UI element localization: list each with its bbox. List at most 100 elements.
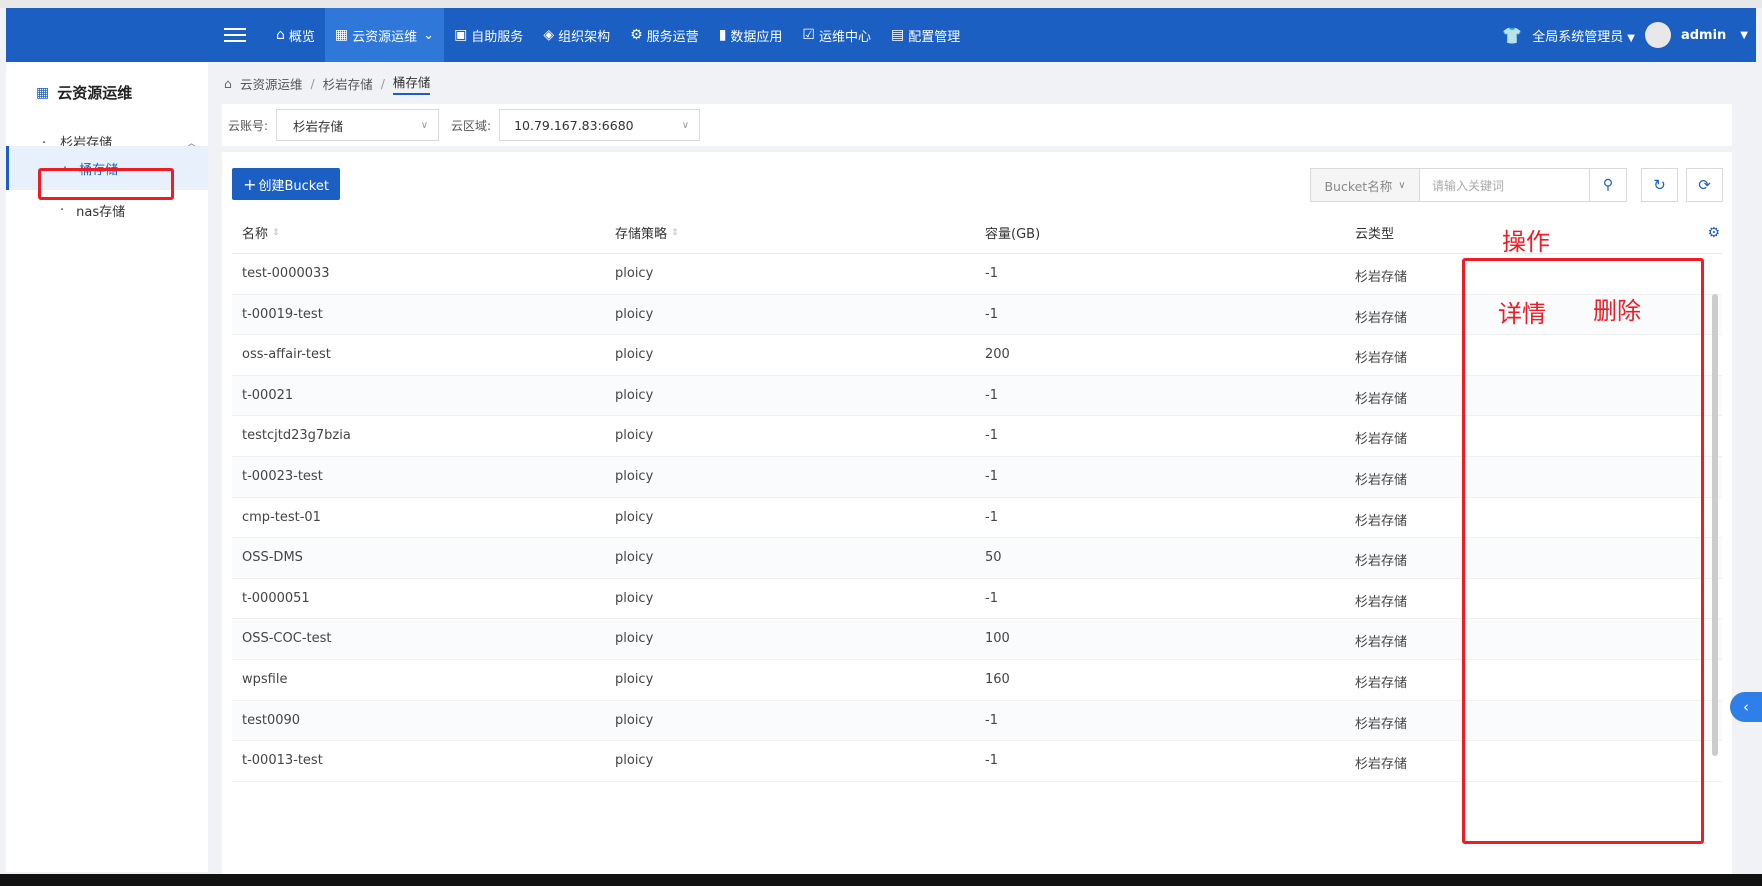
nav-item-label: 服务运营	[646, 29, 699, 45]
cell-name: t-00023-test	[242, 469, 323, 484]
sidebar-title: ▦ 云资源运维	[36, 84, 133, 102]
cell-name: testcjtd23g7bzia	[242, 428, 351, 444]
annotation-detail: 详情	[1498, 300, 1546, 328]
sync-icon[interactable]: ⟳	[1686, 168, 1723, 202]
cell-cloud-type: 杉岩存储	[1355, 716, 1408, 732]
cell-policy: ploicy	[615, 387, 654, 403]
search-group: Bucket名称 ∨ 请输入关键词 ⚲	[1310, 168, 1627, 202]
cloud-resource-icon: ▦	[334, 27, 349, 43]
cell-policy: ploicy	[615, 266, 654, 281]
cell-cloud-type: 杉岩存储	[1355, 270, 1408, 285]
cell-policy: ploicy	[615, 712, 654, 728]
chevron-down-icon: ⌄	[423, 27, 435, 43]
account-select[interactable]: 杉岩存储 ∨	[276, 109, 440, 141]
nav-right: 👕 全局系统管理员 ▼ admin ▼	[1502, 8, 1748, 62]
cell-name: test-0000033	[242, 266, 330, 281]
annotation-box-sidebar	[38, 168, 174, 200]
cell-name: test0090	[242, 712, 301, 728]
refresh-icon[interactable]: ↻	[1641, 168, 1678, 202]
filter-bar: 云账号: 杉岩存储 ∨ 云区域: 10.79.167.83:6680 ∨	[222, 104, 1732, 146]
cell-policy: ploicy	[615, 428, 654, 444]
shirt-icon[interactable]: 👕	[1502, 26, 1522, 45]
cell-capacity: -1	[985, 306, 998, 322]
region-select[interactable]: 10.79.167.83:6680 ∨	[499, 109, 701, 141]
nav-item-label: 数据应用	[730, 29, 783, 45]
cell-policy: ploicy	[615, 469, 654, 484]
cell-capacity: -1	[985, 428, 998, 444]
column-header-cloud-type[interactable]: 云类型	[1355, 223, 1394, 242]
cloud-resource-icon: ▦	[36, 84, 50, 101]
cell-capacity: -1	[985, 387, 998, 403]
gear-icon[interactable]: ⚙	[1707, 225, 1720, 241]
nav-item-5[interactable]: ▮ 数据应用	[709, 8, 793, 62]
nav-item-0[interactable]: ⌂ 概览	[266, 8, 325, 62]
cell-capacity: -1	[985, 753, 998, 769]
nav-item-label: 配置管理	[908, 29, 961, 45]
cell-capacity: -1	[985, 509, 998, 525]
ops-center-icon: ☑	[802, 27, 815, 43]
top-nav: ⌂ 概览 ▦ 云资源运维 ⌄ ▣ 自助服务 ◈ 组织架构 ⚙ 服务运营 ▮ 数据应用 ☑ 运维中心 ▤ 配置管理…	[6, 8, 1756, 62]
home-icon: ⌂	[276, 27, 285, 43]
account-label: 云账号:	[228, 118, 269, 133]
breadcrumb-item-2[interactable]: 杉岩存储	[323, 74, 373, 93]
nav-item-label: 自助服务	[471, 29, 524, 45]
cell-capacity: -1	[985, 590, 998, 606]
service-ops-icon: ⚙	[630, 27, 643, 43]
nav-items: ⌂ 概览 ▦ 云资源运维 ⌄ ▣ 自助服务 ◈ 组织架构 ⚙ 服务运营 ▮ 数据应用 ☑ 运维中心 ▤ 配置管理	[266, 8, 970, 62]
search-field-select[interactable]: Bucket名称 ∨	[1310, 168, 1420, 202]
cell-policy: ploicy	[615, 753, 654, 769]
column-header-capacity[interactable]: 容量(GB)	[985, 223, 1040, 242]
create-bucket-button[interactable]: + 创建Bucket	[232, 168, 340, 200]
data-app-icon: ▮	[718, 27, 727, 43]
cell-cloud-type: 杉岩存储	[1355, 351, 1408, 367]
cell-name: OSS-DMS	[242, 550, 303, 566]
cell-capacity: 200	[985, 347, 1010, 363]
cell-name: t-0000051	[242, 590, 310, 606]
cell-capacity: 160	[985, 672, 1010, 687]
annotation-operation: 操作	[1502, 228, 1550, 256]
annotation-box-operations	[1462, 258, 1704, 844]
nav-item-label: 云资源运维	[352, 29, 418, 45]
column-header-name[interactable]: 名称 ⇕	[242, 223, 280, 242]
caret-down-icon: ▼	[1627, 32, 1635, 44]
nav-item-7[interactable]: ▤ 配置管理	[881, 8, 970, 62]
plus-icon: +	[243, 174, 257, 194]
nav-item-6[interactable]: ☑ 运维中心	[792, 8, 881, 62]
scrollbar[interactable]	[1712, 294, 1718, 756]
nav-item-1[interactable]: ▦ 云资源运维 ⌄	[324, 8, 445, 62]
cell-name: t-00013-test	[242, 753, 323, 769]
cell-policy: ploicy	[615, 590, 654, 606]
user-name[interactable]: admin	[1681, 28, 1726, 43]
top-strip	[0, 0, 1762, 8]
search-input[interactable]: 请输入关键词	[1420, 168, 1590, 202]
user-caret-icon[interactable]: ▼	[1740, 30, 1748, 41]
cell-cloud-type: 杉岩存储	[1355, 757, 1408, 773]
sort-icon: ⇕	[671, 227, 679, 238]
home-icon[interactable]: ⌂	[224, 76, 232, 91]
role-switcher[interactable]: 全局系统管理员 ▼	[1532, 26, 1635, 45]
cell-capacity: 50	[985, 550, 1002, 566]
cell-name: wpsfile	[242, 672, 288, 687]
cell-cloud-type: 杉岩存储	[1355, 554, 1408, 570]
breadcrumb: ⌂ 云资源运维 / 杉岩存储 / 桶存储	[224, 72, 431, 95]
config-icon: ▤	[891, 27, 905, 43]
cell-policy: ploicy	[615, 631, 654, 647]
menu-toggle-icon[interactable]	[224, 24, 246, 46]
column-header-policy[interactable]: 存储策略 ⇕	[615, 223, 679, 242]
table-header: 名称 ⇕ 存储策略 ⇕ 容量(GB) 云类型 ⚙	[232, 212, 1722, 254]
chevron-down-icon: ∨	[1398, 179, 1406, 191]
nav-item-label: 概览	[288, 29, 315, 45]
cell-capacity: -1	[985, 712, 998, 728]
cell-name: cmp-test-01	[242, 509, 321, 525]
breadcrumb-item-1[interactable]: 云资源运维	[240, 74, 303, 93]
nav-item-2[interactable]: ▣ 自助服务	[444, 8, 533, 62]
search-icon[interactable]: ⚲	[1590, 168, 1627, 202]
avatar[interactable]	[1644, 22, 1671, 48]
collapse-panel-icon[interactable]: ‹	[1730, 692, 1762, 722]
cell-capacity: 100	[985, 631, 1010, 647]
nav-item-4[interactable]: ⚙ 服务运营	[620, 8, 709, 62]
cell-cloud-type: 杉岩存储	[1355, 310, 1408, 326]
self-service-icon: ▣	[454, 27, 468, 43]
cell-name: OSS-COC-test	[242, 631, 332, 647]
nav-item-3[interactable]: ◈ 组织架构	[533, 8, 620, 62]
